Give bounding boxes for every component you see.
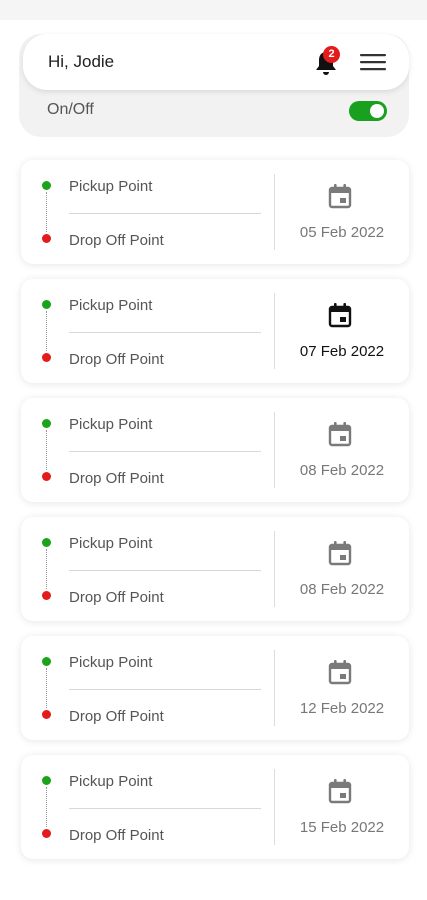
pickup-dot-icon (42, 419, 51, 428)
route-line (46, 787, 47, 827)
notification-badge: 2 (323, 46, 340, 63)
trip-card[interactable]: Pickup Point Drop Off Point 08 Feb 2022 (21, 398, 409, 502)
pickup-label: Pickup Point (69, 535, 153, 552)
trip-list: Pickup Point Drop Off Point 05 Feb 2022 … (21, 160, 409, 874)
pickup-dot-icon (42, 538, 51, 547)
onoff-label: On/Off (47, 101, 94, 118)
route-line (46, 549, 47, 589)
divider (69, 689, 261, 690)
dropoff-label: Drop Off Point (69, 351, 164, 368)
pickup-dot-icon (42, 657, 51, 666)
dropoff-dot-icon (42, 472, 51, 481)
trip-date: 05 Feb 2022 (299, 224, 385, 241)
route-line (46, 311, 47, 351)
dropoff-label: Drop Off Point (69, 470, 164, 487)
route-line (46, 192, 47, 232)
dropoff-label: Drop Off Point (69, 708, 164, 725)
trip-card[interactable]: Pickup Point Drop Off Point 05 Feb 2022 (21, 160, 409, 264)
hamburger-menu-icon[interactable] (359, 51, 387, 73)
route-line (46, 430, 47, 470)
dropoff-label: Drop Off Point (69, 589, 164, 606)
pickup-dot-icon (42, 300, 51, 309)
calendar-icon (327, 182, 353, 210)
trip-date: 07 Feb 2022 (299, 343, 385, 360)
trip-card[interactable]: Pickup Point Drop Off Point 07 Feb 2022 (21, 279, 409, 383)
divider (69, 570, 261, 571)
pickup-label: Pickup Point (69, 178, 153, 195)
calendar-icon (327, 420, 353, 448)
onoff-toggle[interactable] (349, 101, 387, 121)
pickup-label: Pickup Point (69, 297, 153, 314)
trip-card[interactable]: Pickup Point Drop Off Point 08 Feb 2022 (21, 517, 409, 621)
dropoff-dot-icon (42, 591, 51, 600)
pickup-label: Pickup Point (69, 773, 153, 790)
dropoff-dot-icon (42, 710, 51, 719)
divider (69, 451, 261, 452)
calendar-icon (327, 539, 353, 567)
pickup-dot-icon (42, 181, 51, 190)
greeting-text: Hi, Jodie (48, 52, 115, 71)
pickup-dot-icon (42, 776, 51, 785)
greeting-bar: Hi, Jodie 2 (23, 34, 409, 90)
calendar-icon (327, 301, 353, 329)
calendar-icon (327, 658, 353, 686)
dropoff-dot-icon (42, 353, 51, 362)
trip-date: 12 Feb 2022 (299, 700, 385, 717)
dropoff-dot-icon (42, 234, 51, 243)
divider (69, 332, 261, 333)
toggle-knob (370, 104, 384, 118)
pickup-label: Pickup Point (69, 416, 153, 433)
trip-card[interactable]: Pickup Point Drop Off Point 12 Feb 2022 (21, 636, 409, 740)
trip-card[interactable]: Pickup Point Drop Off Point 15 Feb 2022 (21, 755, 409, 859)
dropoff-label: Drop Off Point (69, 232, 164, 249)
pickup-label: Pickup Point (69, 654, 153, 671)
trip-date: 08 Feb 2022 (299, 581, 385, 598)
calendar-icon (327, 777, 353, 805)
dropoff-label: Drop Off Point (69, 827, 164, 844)
divider (69, 213, 261, 214)
route-line (46, 668, 47, 708)
trip-date: 15 Feb 2022 (299, 819, 385, 836)
divider (69, 808, 261, 809)
header-card: Hi, Jodie 2 On/Off (19, 34, 409, 137)
status-strip (0, 0, 427, 20)
trip-date: 08 Feb 2022 (299, 462, 385, 479)
dropoff-dot-icon (42, 829, 51, 838)
